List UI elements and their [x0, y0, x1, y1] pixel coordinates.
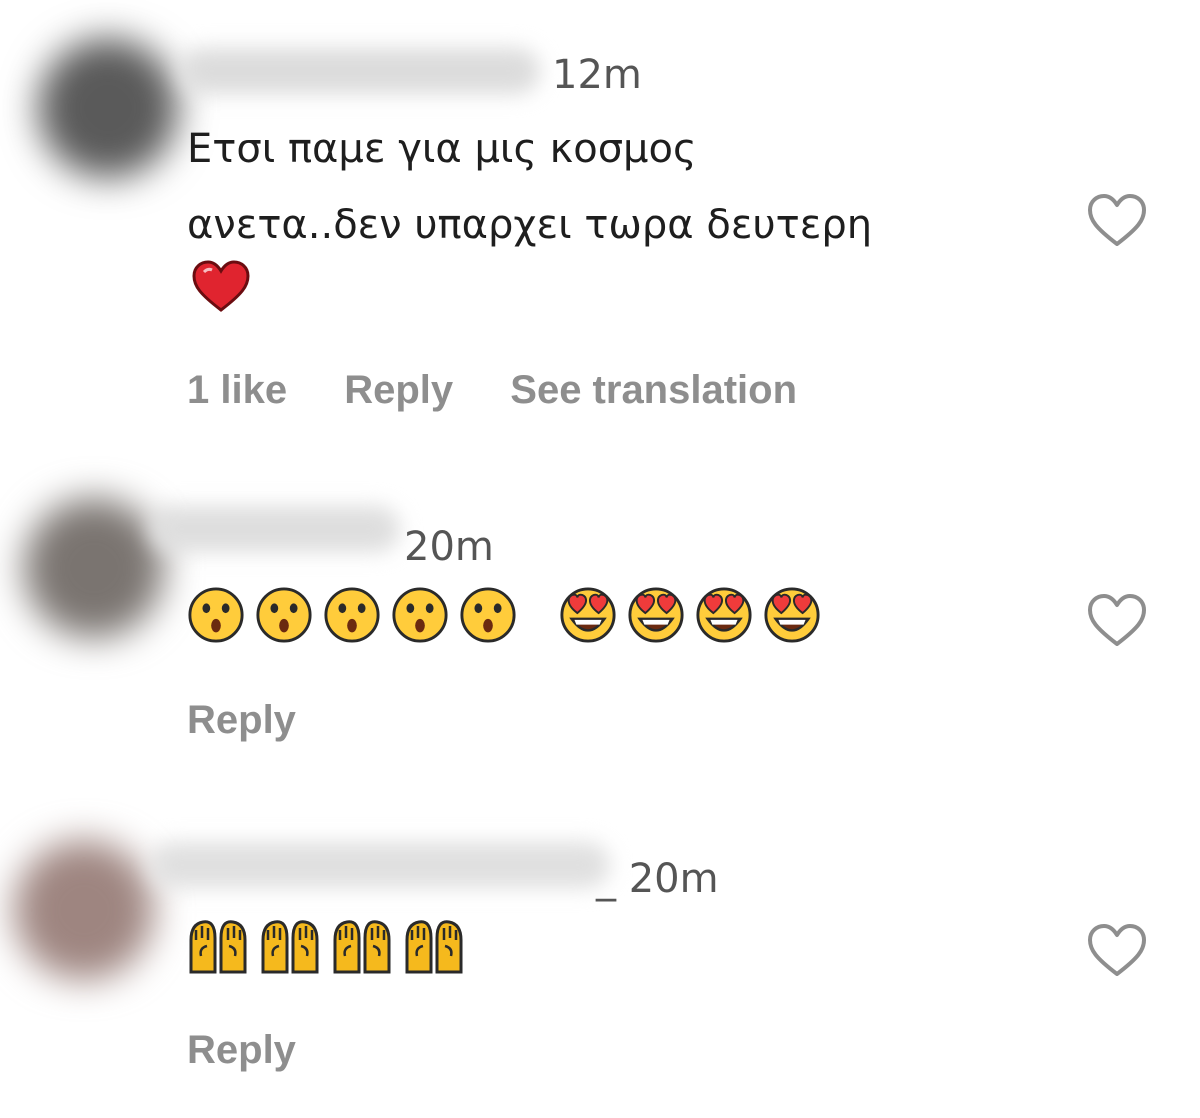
- comment-3: _ 20m Reply: [0, 0, 1200, 1100]
- raising-hands-emoji: [259, 916, 321, 976]
- raising-hands-emoji: [331, 916, 393, 976]
- comment-actions: Reply: [187, 1028, 342, 1073]
- avatar[interactable]: [14, 840, 154, 980]
- emoji-row: [187, 916, 475, 976]
- comment-time: _ 20m: [596, 856, 719, 902]
- like-heart-icon[interactable]: [1086, 922, 1148, 980]
- raising-hands-emoji: [187, 916, 249, 976]
- username-suffix: _: [596, 856, 616, 902]
- reply-button[interactable]: Reply: [187, 1028, 296, 1072]
- raising-hands-emoji: [403, 916, 465, 976]
- username-blurred[interactable]: [150, 842, 610, 888]
- time-value: 20m: [628, 856, 719, 902]
